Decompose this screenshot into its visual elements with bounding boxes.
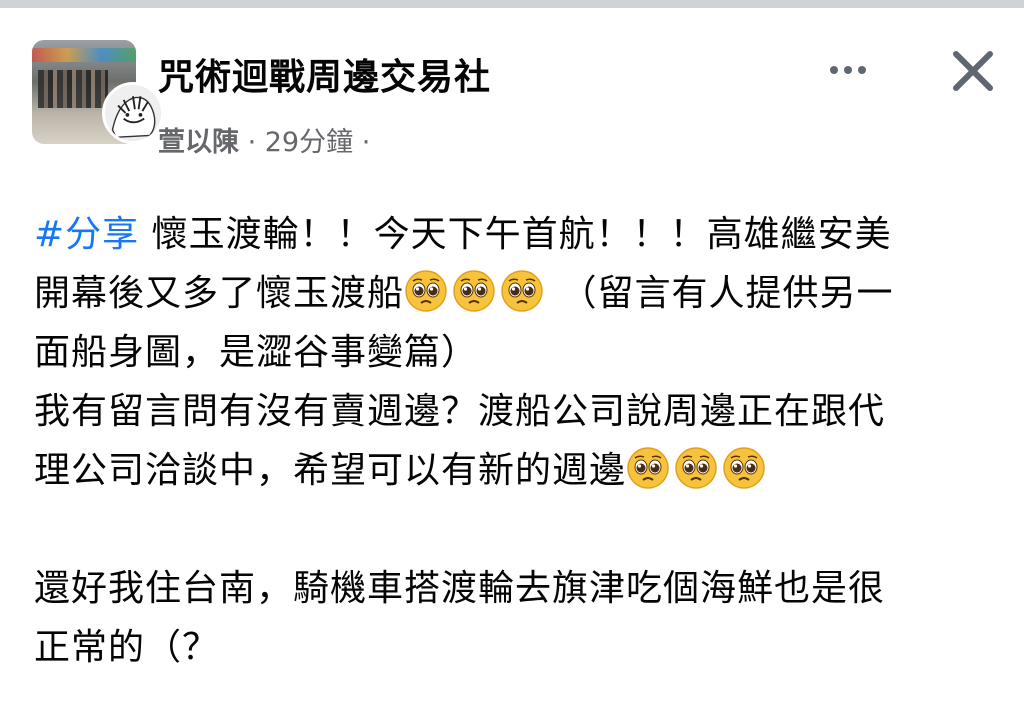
post-body: #分享 懷玉渡輪！！今天下午首航！！！高雄繼安美 開幕後又多了懷玉渡船 （留言有… xyxy=(34,205,1004,677)
post-text: 還好我住台南，騎機車搭渡輪去旗津吃個海鮮也是很 xyxy=(34,568,886,609)
group-name[interactable]: 咒術迴戰周邊交易社 xyxy=(158,48,491,100)
post-text: 懷玉渡輪！！今天下午首航！！！高雄繼安美 xyxy=(139,214,892,255)
pleading-face-emoji-icon xyxy=(452,269,496,313)
post-text: 面船身圖，是澀谷事變篇） xyxy=(34,332,479,373)
pleading-face-emoji-icon xyxy=(674,446,718,490)
post-text: 正常的（？ xyxy=(34,627,220,668)
pleading-face-emoji-icon xyxy=(500,269,544,313)
more-horizontal-icon xyxy=(858,66,866,74)
post-line: 正常的（？ xyxy=(34,618,1004,677)
close-icon xyxy=(953,51,993,91)
post-line: #分享 懷玉渡輪！！今天下午首航！！！高雄繼安美 xyxy=(34,205,1004,264)
meta-trailing: · xyxy=(353,127,371,158)
close-button[interactable] xyxy=(944,42,1002,100)
post-text: 我有留言問有沒有賣週邊？渡船公司說周邊正在跟代 xyxy=(34,391,886,432)
pleading-face-emoji-icon xyxy=(626,446,670,490)
meta-separator: · xyxy=(239,127,265,158)
post-time[interactable]: 29分鐘 xyxy=(265,127,353,158)
post-line: 我有留言問有沒有賣週邊？渡船公司說周邊正在跟代 xyxy=(34,382,1004,441)
avatar-banner xyxy=(32,48,136,62)
post-line: 面船身圖，是澀谷事變篇） xyxy=(34,323,1004,382)
top-divider xyxy=(0,0,1024,8)
author-avatar-image xyxy=(105,85,161,141)
hashtag-link[interactable]: #分享 xyxy=(34,214,139,255)
post-line: 開幕後又多了懷玉渡船 （留言有人提供另一 xyxy=(34,264,1004,323)
post-line: 理公司洽談中，希望可以有新的週邊 xyxy=(34,441,1004,500)
post-header: 咒術迴戰周邊交易社 萱以陳 · 29分鐘 · xyxy=(32,40,993,160)
post-text: 開幕後又多了懷玉渡船 xyxy=(34,273,405,314)
author-name[interactable]: 萱以陳 xyxy=(158,127,239,158)
post-meta: 萱以陳 · 29分鐘 · xyxy=(158,120,370,159)
more-horizontal-icon xyxy=(830,66,838,74)
avatar-crowd xyxy=(38,70,108,108)
post-line: 還好我住台南，騎機車搭渡輪去旗津吃個海鮮也是很 xyxy=(34,559,1004,618)
more-horizontal-icon xyxy=(844,66,852,74)
more-options-button[interactable] xyxy=(820,52,876,88)
post-text: 理公司洽談中，希望可以有新的週邊 xyxy=(34,450,627,491)
pleading-face-emoji-icon xyxy=(722,446,766,490)
pleading-face-emoji-icon xyxy=(404,269,448,313)
author-avatar[interactable] xyxy=(102,82,164,144)
post-text: （留言有人提供另一 xyxy=(548,273,894,314)
